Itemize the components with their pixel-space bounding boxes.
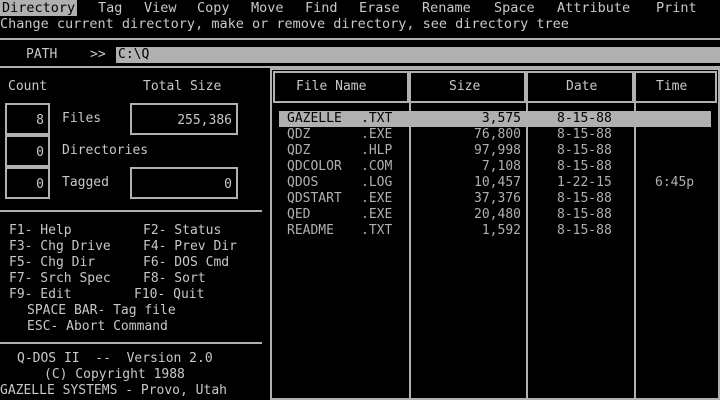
menu-move[interactable]: Move	[251, 0, 284, 16]
dirs-count-box: 0	[5, 135, 50, 167]
file-size: 97,998	[474, 143, 521, 158]
files-label: Files	[62, 111, 102, 126]
total-size-header: Total Size	[143, 79, 222, 94]
menu-copy[interactable]: Copy	[197, 0, 230, 16]
tagged-label: Tagged	[62, 175, 109, 190]
file-ext: .EXE	[361, 127, 393, 142]
fkey-srch-spec[interactable]: F7- Srch Spec	[9, 271, 111, 287]
col-header-name[interactable]: File Name	[296, 79, 366, 95]
file-date: 8-15-88	[557, 111, 612, 126]
file-date: 1-22-15	[557, 175, 612, 190]
file-ext: .TXT	[361, 223, 393, 238]
path-label: PATH	[26, 47, 58, 62]
menu-bar: Directory Tag View Copy Move Find Erase …	[0, 0, 720, 16]
file-row[interactable]: QDZ .EXE 76,800 8-15-88	[279, 127, 711, 143]
menu-view[interactable]: View	[144, 0, 177, 16]
file-name: QDOS	[287, 175, 319, 190]
files-size-box: 255,386	[130, 103, 238, 135]
file-row[interactable]: QDCOLOR .COM 7,108 8-15-88	[279, 159, 711, 175]
file-date: 8-15-88	[557, 223, 612, 238]
file-name: README	[287, 223, 334, 238]
fkey-prev-dir[interactable]: F4- Prev Dir	[143, 239, 237, 255]
files-count: 8	[36, 113, 44, 128]
file-date: 8-15-88	[557, 191, 612, 206]
path-arrows: >>	[90, 47, 106, 62]
menu-space[interactable]: Space	[494, 0, 535, 16]
col-header-time[interactable]: Time	[656, 79, 687, 95]
file-size: 20,480	[474, 207, 521, 222]
file-row[interactable]: QED .EXE 20,480 8-15-88	[279, 207, 711, 223]
menu-find[interactable]: Find	[305, 0, 338, 16]
fkey-dos-cmd[interactable]: F6- DOS Cmd	[143, 255, 229, 271]
dirs-count: 0	[36, 145, 44, 160]
file-name: QDCOLOR	[287, 159, 342, 174]
file-name: QDZ	[287, 143, 311, 158]
fkey-status[interactable]: F2- Status	[143, 223, 221, 239]
menu-tag[interactable]: Tag	[98, 0, 122, 16]
file-date: 8-15-88	[557, 207, 612, 222]
file-row[interactable]: QDZ .HLP 97,998 8-15-88	[279, 143, 711, 159]
file-ext: .EXE	[361, 191, 393, 206]
fkey-help[interactable]: F1- Help	[9, 223, 72, 239]
tagged-total-size: 0	[224, 177, 232, 192]
col-header-size[interactable]: Size	[449, 79, 480, 95]
version-text: Q-DOS II -- Version 2.0	[17, 351, 213, 366]
key-esc[interactable]: ESC- Abort Command	[27, 319, 168, 335]
menu-print[interactable]: Print	[656, 0, 697, 16]
file-time: 6:45p	[655, 175, 695, 190]
file-size: 3,575	[481, 111, 521, 126]
fkey-edit[interactable]: F9- Edit	[9, 287, 72, 303]
file-date: 8-15-88	[557, 127, 612, 142]
file-row[interactable]: GAZELLE .TXT 3,575 8-15-88	[279, 111, 711, 127]
divider-top	[0, 38, 720, 40]
file-name: QDSTART	[287, 191, 342, 206]
tagged-count-box: 0	[5, 167, 50, 199]
file-size: 76,800	[474, 127, 521, 142]
menu-rename[interactable]: Rename	[422, 0, 471, 16]
path-input[interactable]: C:\Q	[116, 47, 720, 63]
file-ext: .TXT	[361, 111, 393, 126]
fkey-sort[interactable]: F8- Sort	[143, 271, 206, 287]
divider-left-1	[0, 210, 262, 212]
fkey-chg-drive[interactable]: F3- Chg Drive	[9, 239, 111, 255]
file-size: 7,108	[481, 159, 521, 174]
company-text: GAZELLE SYSTEMS - Provo, Utah	[0, 383, 227, 398]
key-space-bar[interactable]: SPACE BAR- Tag file	[27, 303, 176, 319]
tagged-size-box: 0	[130, 167, 238, 199]
menu-description: Change current directory, make or remove…	[0, 16, 569, 32]
menu-attribute[interactable]: Attribute	[557, 0, 630, 16]
menu-erase[interactable]: Erase	[359, 0, 400, 16]
dirs-label: Directories	[62, 143, 149, 158]
file-ext: .HLP	[361, 143, 393, 158]
file-ext: .COM	[361, 159, 393, 174]
file-row[interactable]: QDSTART .EXE 37,376 8-15-88	[279, 191, 711, 207]
file-size: 1,592	[481, 223, 521, 238]
copyright-text: (C) Copyright 1988	[44, 367, 185, 382]
tagged-count: 0	[36, 177, 44, 192]
file-size: 37,376	[474, 191, 521, 206]
divider-left-2	[0, 342, 262, 344]
file-name: QDZ	[287, 127, 311, 142]
file-row[interactable]: README .TXT 1,592 8-15-88	[279, 223, 711, 239]
file-ext: .EXE	[361, 207, 393, 222]
file-row[interactable]: QDOS .LOG 10,457 1-22-15 6:45p	[279, 175, 711, 191]
count-header: Count	[8, 79, 48, 94]
fkey-chg-dir[interactable]: F5- Chg Dir	[9, 255, 95, 271]
file-name: QED	[287, 207, 311, 222]
path-value: C:\Q	[118, 47, 150, 62]
file-date: 8-15-88	[557, 159, 612, 174]
files-count-box: 8	[5, 103, 50, 135]
file-ext: .LOG	[361, 175, 393, 190]
fkey-quit[interactable]: F10- Quit	[134, 287, 204, 303]
menu-directory[interactable]: Directory	[0, 0, 78, 16]
file-size: 10,457	[474, 175, 521, 190]
file-date: 8-15-88	[557, 143, 612, 158]
file-name: GAZELLE	[287, 111, 342, 126]
col-header-date[interactable]: Date	[566, 79, 597, 95]
files-total-size: 255,386	[177, 113, 232, 128]
